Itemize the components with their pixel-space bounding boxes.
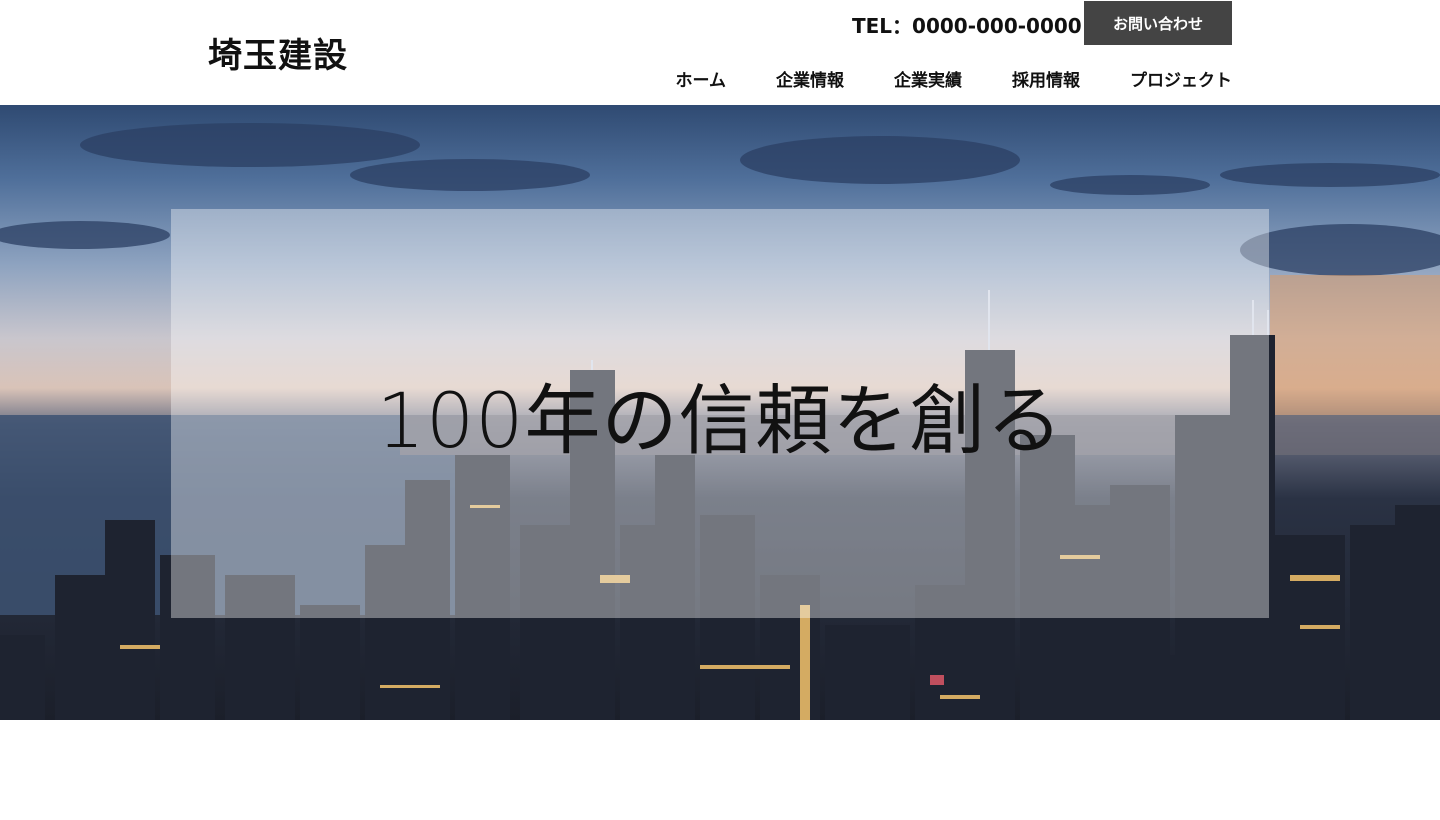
- nav-item-home[interactable]: ホーム: [676, 66, 727, 91]
- phone-number: TEL：0000-000-0000: [852, 14, 1082, 38]
- hero-tagline: 100年の信頼を創る: [376, 375, 1064, 465]
- main-nav: ホーム 企業情報 企業実績 採用情報 プロジェクト: [676, 66, 1233, 91]
- site-logo[interactable]: 埼玉建設: [208, 28, 348, 77]
- nav-item-company-info[interactable]: 企業情報: [776, 66, 844, 91]
- hero-section: 100年の信頼を創る: [0, 105, 1440, 720]
- hero-overlay-panel: 100年の信頼を創る: [171, 209, 1269, 618]
- nav-item-projects[interactable]: プロジェクト: [1130, 66, 1232, 91]
- site-header: 埼玉建設 TEL：0000-000-0000 お問い合わせ ホーム 企業情報 企…: [0, 0, 1440, 105]
- nav-item-achievements[interactable]: 企業実績: [894, 66, 962, 91]
- nav-item-recruitment[interactable]: 採用情報: [1012, 66, 1080, 91]
- contact-button[interactable]: お問い合わせ: [1084, 1, 1232, 45]
